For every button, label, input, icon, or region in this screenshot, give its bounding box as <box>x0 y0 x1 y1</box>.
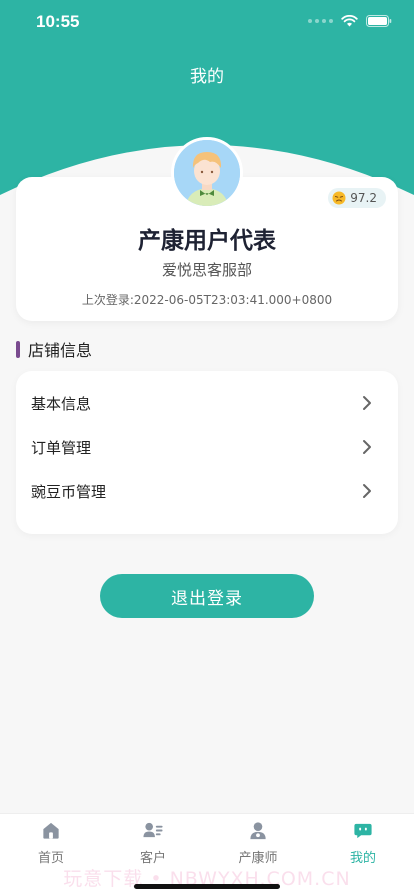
status-icons <box>308 15 392 27</box>
profile-name: 产康用户代表 <box>138 228 276 254</box>
tab-bar: 首页 客户 产康师 我的 玩意下载 • NBWYXH.COM.CN <box>0 813 414 896</box>
section-accent-bar <box>16 340 20 358</box>
menu-item-label: 豌豆币管理 <box>31 482 107 501</box>
chevron-right-icon <box>363 396 371 410</box>
signal-icon <box>308 19 333 23</box>
emoji-face-icon <box>332 191 346 205</box>
tab-me[interactable]: 我的 <box>323 820 403 866</box>
me-chat-icon <box>354 823 372 839</box>
menu-item-coin-management[interactable]: 豌豆币管理 <box>16 469 398 513</box>
menu-item-label: 基本信息 <box>31 394 92 413</box>
menu-item-basic-info[interactable]: 基本信息 <box>16 381 398 425</box>
score-badge: 97.2 <box>328 188 386 208</box>
tab-customer[interactable]: 客户 <box>113 820 193 866</box>
avatar[interactable] <box>171 137 243 209</box>
tab-home[interactable]: 首页 <box>11 820 91 866</box>
status-time: 10:55 <box>36 12 80 31</box>
home-icon <box>43 822 59 839</box>
wifi-icon <box>341 15 358 27</box>
store-menu-card: 基本信息 订单管理 豌豆币管理 <box>16 371 398 534</box>
status-bar: 10:55 <box>0 0 414 44</box>
last-login-time: 上次登录:2022-06-05T23:03:41.000+0800 <box>81 293 333 307</box>
section-title: 店铺信息 <box>28 341 93 360</box>
avatar-illustration <box>174 140 240 206</box>
chevron-right-icon <box>363 484 371 498</box>
profile-organization: 爱悦思客服部 <box>161 261 252 279</box>
chevron-right-icon <box>363 440 371 454</box>
store-section-header: 店铺信息 <box>16 340 93 360</box>
battery-icon <box>366 15 392 27</box>
logout-button[interactable]: 退出登录 <box>100 574 314 618</box>
customer-card-icon <box>143 822 163 838</box>
home-indicator[interactable] <box>134 884 280 889</box>
tab-therapist[interactable]: 产康师 <box>218 820 298 866</box>
menu-item-order-management[interactable]: 订单管理 <box>16 425 398 469</box>
therapist-icon <box>250 822 266 840</box>
score-value: 97.2 <box>350 191 377 205</box>
menu-item-label: 订单管理 <box>31 438 92 457</box>
page-title: 我的 <box>190 67 224 87</box>
